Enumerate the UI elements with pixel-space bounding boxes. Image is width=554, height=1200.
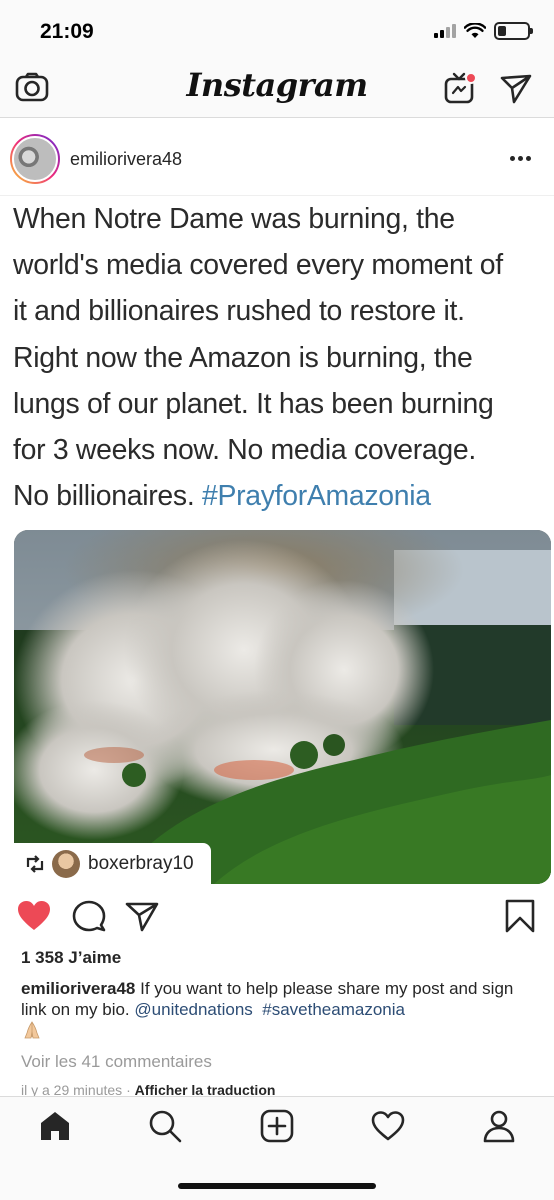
heart-filled-icon[interactable] (16, 898, 52, 934)
igtv-icon[interactable] (442, 70, 478, 106)
cellular-signal-icon (434, 24, 456, 38)
post-image-text: When Notre Dame was burning, the world's… (13, 196, 553, 519)
caption-mention[interactable]: @unitednations (134, 1000, 252, 1019)
search-icon[interactable] (148, 1109, 182, 1143)
post-header: emiliorivera48 (0, 118, 554, 196)
repost-badge[interactable]: boxerbray10 (14, 843, 211, 884)
comment-icon[interactable] (71, 898, 107, 934)
praying-hands-icon (24, 1021, 40, 1039)
text-line: lungs of our planet. It has been burning (13, 387, 494, 420)
post-meta: 1 358 J’aime emiliorivera48 If you want … (0, 944, 554, 1096)
add-post-icon[interactable] (260, 1109, 294, 1143)
translate-link[interactable]: Afficher la traduction (135, 1082, 276, 1096)
separator: · (126, 1082, 131, 1096)
caption: emiliorivera48 If you want to help pleas… (21, 978, 541, 1041)
text-line: No billionaires. #PrayforAmazonia (13, 473, 553, 519)
home-icon[interactable] (38, 1109, 72, 1143)
text-line: it and billionaires rushed to restore it… (13, 295, 465, 328)
repost-username[interactable]: boxerbray10 (88, 853, 194, 875)
text-line: world's media covered every moment of (13, 249, 503, 282)
home-indicator[interactable] (178, 1183, 376, 1189)
view-comments-link[interactable]: Voir les 41 commentaires (21, 1052, 212, 1072)
caption-hashtag[interactable]: #savetheamazonia (262, 1000, 405, 1019)
text-line: When Notre Dame was burning, the (13, 203, 455, 235)
post-time: il y a 29 minutes (21, 1082, 123, 1096)
text-line: Right now the Amazon is burning, the (13, 341, 473, 374)
direct-icon[interactable] (498, 70, 534, 106)
post-photo[interactable] (14, 530, 551, 884)
bottom-nav (0, 1096, 554, 1200)
status-bar: 21:09 (0, 0, 554, 62)
battery-icon (494, 22, 533, 40)
status-icons (434, 22, 533, 40)
share-icon[interactable] (124, 898, 160, 934)
wifi-icon (464, 23, 486, 38)
bookmark-icon[interactable] (502, 898, 538, 934)
status-time: 21:09 (40, 20, 94, 43)
text-line: for 3 weeks now. No media coverage. (13, 434, 476, 467)
caption-username[interactable]: emiliorivera48 (21, 979, 135, 998)
activity-heart-icon[interactable] (371, 1109, 405, 1143)
likes-count[interactable]: 1 358 J’aime (21, 948, 121, 968)
post-username[interactable]: emiliorivera48 (70, 149, 182, 170)
post-time-row: il y a 29 minutes · Afficher la traducti… (21, 1082, 275, 1096)
repost-avatar[interactable] (52, 849, 80, 878)
action-bar (0, 888, 554, 944)
post-avatar[interactable] (10, 134, 60, 184)
profile-icon[interactable] (482, 1109, 516, 1143)
app-header: Instagram (0, 62, 554, 118)
post-content: When Notre Dame was burning, the world's… (0, 196, 554, 888)
repost-icon (26, 854, 44, 873)
text-line-end: No billionaires. (13, 480, 195, 513)
hashtag: #PrayforAmazonia (202, 480, 431, 513)
more-icon[interactable] (510, 148, 534, 168)
